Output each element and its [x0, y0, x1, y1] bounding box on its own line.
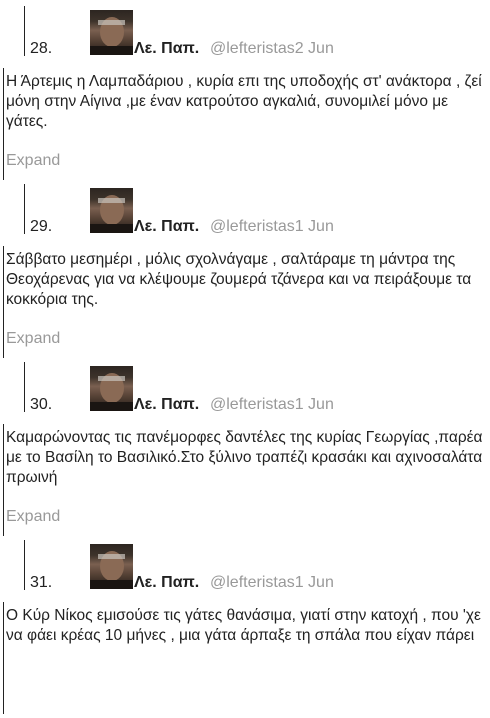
- expand-link[interactable]: Expand: [6, 508, 60, 526]
- tweet-text: Καμαρώνοντας τις πανέμορφες δαντέλες της…: [6, 429, 483, 486]
- tweet-item: 31. Λε. Παπ. @lefteristas1 Jun Ο Κύρ Νίκ…: [0, 540, 490, 718]
- thread-line: [3, 246, 4, 358]
- avatar[interactable]: [90, 544, 133, 589]
- tweet-item: 28. Λε. Παπ. @lefteristas2 Jun Η Άρτεμις…: [0, 6, 490, 184]
- author-handle-date[interactable]: @lefteristas2 Jun: [210, 40, 334, 58]
- avatar[interactable]: [90, 366, 133, 411]
- author-handle-date[interactable]: @lefteristas1 Jun: [210, 396, 334, 414]
- tweet-number: 30.: [30, 396, 53, 413]
- thread-line: [3, 602, 4, 714]
- tweet-text: Ο Κύρ Νίκος εμισούσε τις γάτες θανάσιμα,…: [6, 607, 481, 644]
- thread-line: [24, 184, 25, 234]
- expand-link[interactable]: Expand: [6, 152, 60, 170]
- author-name[interactable]: Λε. Παπ.: [134, 218, 199, 236]
- tweet-item: 29. Λε. Παπ. @lefteristas1 Jun Σάββατο μ…: [0, 184, 490, 362]
- author-name[interactable]: Λε. Παπ.: [134, 396, 199, 414]
- thread-line: [24, 6, 25, 56]
- author-name[interactable]: Λε. Παπ.: [134, 574, 199, 592]
- tweet-item: 30. Λε. Παπ. @lefteristas1 Jun Καμαρώνον…: [0, 362, 490, 540]
- thread-line: [24, 362, 25, 412]
- author-handle-date[interactable]: @lefteristas1 Jun: [210, 574, 334, 592]
- thread-line: [3, 424, 4, 536]
- avatar[interactable]: [90, 188, 133, 233]
- expand-link[interactable]: Expand: [6, 330, 60, 348]
- tweet-text: Η Άρτεμις η Λαμπαδάριου , κυρία επι της …: [6, 73, 482, 130]
- tweet-number: 28.: [30, 40, 53, 57]
- avatar[interactable]: [90, 10, 133, 55]
- thread-line: [24, 540, 25, 590]
- author-name[interactable]: Λε. Παπ.: [134, 40, 199, 58]
- tweet-number: 29.: [30, 218, 53, 235]
- author-handle-date[interactable]: @lefteristas1 Jun: [210, 218, 334, 236]
- thread-line: [3, 68, 4, 180]
- tweet-text: Σάββατο μεσημέρι , μόλις σχολνάγαμε , σα…: [6, 251, 472, 308]
- tweet-number: 31.: [30, 574, 53, 591]
